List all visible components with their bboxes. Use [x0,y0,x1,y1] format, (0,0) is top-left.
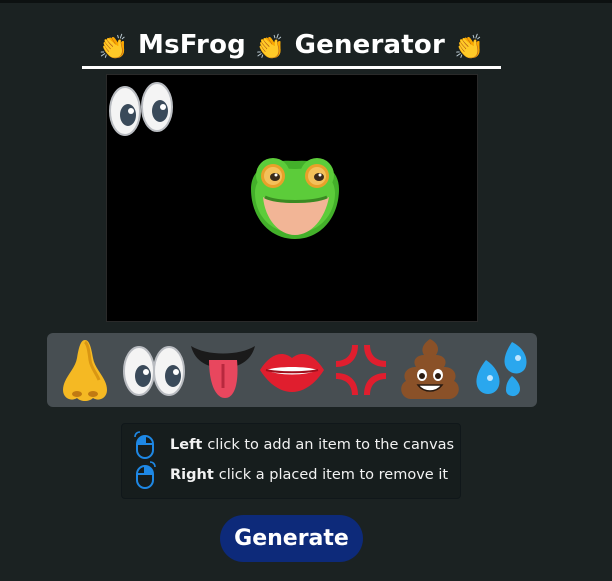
tongue-mouth-icon [191,346,255,398]
instructions-panel: Left click to add an item to the canvas … [121,423,461,499]
eyes-icon [123,346,185,396]
left-label: Left [170,437,203,453]
title-text: MsFrog [138,30,246,60]
lips-icon [260,354,324,392]
palette-item-sweat[interactable] [465,336,533,404]
left-instruction-text: click to add an item to the canvas [207,437,455,453]
clapping-hands-icon: 👏 [98,33,129,61]
page-title: 👏 MsFrog 👏 Generator 👏 [82,24,501,66]
palette-item-poop[interactable] [396,336,464,404]
poop-icon [401,339,459,399]
drawing-canvas[interactable] [106,74,478,322]
palette-item-tongue[interactable] [189,336,257,404]
left-mouse-button-icon [134,431,154,459]
palette-item-eyes[interactable] [120,336,188,404]
instruction-right-click: Right click a placed item to remove it [132,461,448,489]
title-suffix: Generator [294,30,445,60]
palette-item-nose[interactable] [51,336,119,404]
nose-icon [63,340,107,401]
item-palette [47,333,537,407]
right-instruction-text: click a placed item to remove it [218,467,449,483]
anger-symbol-icon [336,345,386,395]
palette-item-lips[interactable] [258,336,326,404]
clapping-hands-icon: 👏 [454,33,485,61]
palette-item-anger[interactable] [327,336,395,404]
generate-button[interactable]: Generate [220,515,363,562]
title-underline [82,66,501,69]
right-mouse-button-icon [136,461,156,489]
placed-eyes-item[interactable] [107,81,175,137]
sweat-droplets-icon [476,342,527,397]
top-edge [0,0,612,3]
right-label: Right [170,467,214,483]
frog-face[interactable] [245,153,345,241]
clapping-hands-icon: 👏 [255,33,286,61]
instruction-left-click: Left click to add an item to the canvas [132,431,454,459]
